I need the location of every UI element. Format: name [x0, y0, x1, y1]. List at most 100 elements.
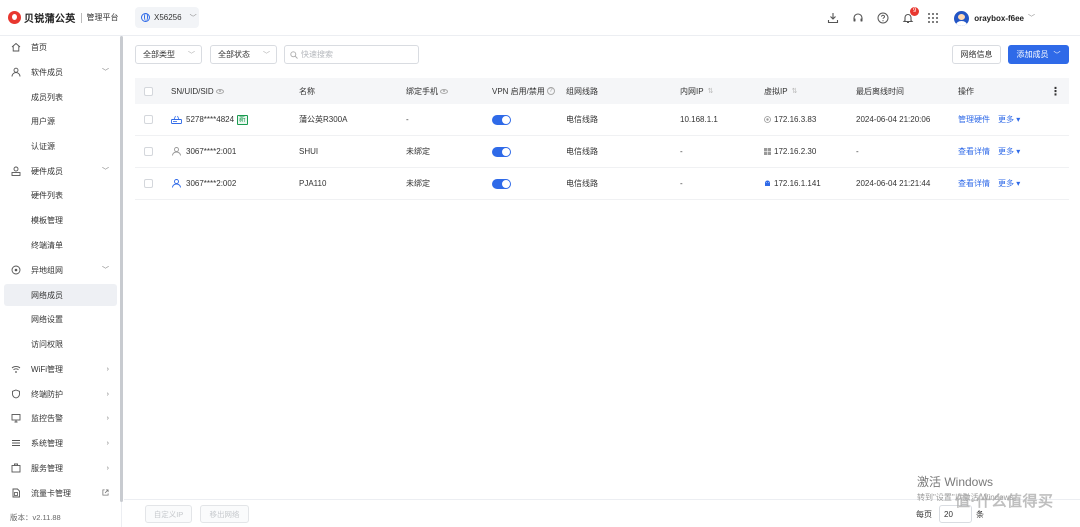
sidebar-item-home[interactable]: 首页 — [4, 36, 117, 58]
user-icon — [171, 179, 182, 188]
column-header-label: 绑定手机 — [406, 86, 438, 96]
router-status-icon — [764, 116, 771, 123]
page-size-value: 20 — [944, 509, 953, 519]
row-id-cell: 5278****4824 新 — [171, 104, 248, 135]
chevron-right-icon: › — [106, 464, 109, 472]
sidebar-item-label: 软件成员 — [31, 67, 63, 77]
row-virtual-ip-cell: 172.16.2.30 — [764, 136, 816, 167]
home-icon — [11, 42, 21, 52]
vpn-toggle-cell — [492, 104, 511, 135]
row-checkbox-cell — [144, 136, 153, 167]
sidebar-item-label: 服务管理 — [31, 463, 63, 473]
more-dropdown[interactable]: 更多 ▾ — [998, 146, 1020, 157]
sidebar-item-member-list[interactable]: 成员列表 — [4, 86, 117, 108]
chevron-down-icon: ﹀ — [102, 168, 109, 175]
user-menu[interactable]: oraybox-f6ee ﹀ — [954, 10, 1035, 26]
view-details-link[interactable]: 查看详情 — [958, 146, 990, 157]
sidebar-item-label: 硬件列表 — [31, 190, 63, 200]
help-icon[interactable]: ? — [546, 87, 555, 95]
bell-icon[interactable]: 9 — [902, 7, 920, 24]
workspace-select[interactable]: X56256 ﹀ — [135, 7, 199, 28]
network-info-button[interactable]: 网络信息 — [952, 45, 1001, 64]
workspace-name: X56256 — [154, 13, 182, 22]
status-filter-value: 全部状态 — [218, 50, 250, 59]
sidebar-item-network-members[interactable]: 网络成员 — [4, 284, 117, 306]
chevron-down-icon: ﹀ — [102, 69, 109, 76]
more-dropdown[interactable]: 更多 ▾ — [998, 178, 1020, 189]
sidebar-item-hardware-list[interactable]: 硬件列表 — [4, 184, 117, 206]
notification-badge: 9 — [910, 7, 920, 16]
sidebar-item-service-management[interactable]: 服务管理 › — [4, 457, 117, 479]
view-details-link[interactable]: 查看详情 — [958, 178, 990, 189]
sidebar-item-data-card-management[interactable]: 流量卡管理 — [4, 482, 117, 504]
site-watermark: 值·什么值得买 — [955, 493, 1054, 510]
custom-ip-button[interactable]: 自定义IP — [145, 505, 192, 523]
row-virtual-ip: 172.16.2.30 — [774, 147, 817, 156]
sort-icon: ⇅ — [791, 88, 798, 95]
sidebar-item-label: 用户源 — [31, 116, 55, 126]
column-header-virtual-ip[interactable]: 虚拟IP ⇅ — [764, 78, 797, 104]
row-virtual-ip: 172.16.1.141 — [774, 179, 821, 188]
column-settings[interactable]: ⋮ — [1050, 78, 1061, 104]
row-last-offline: 2024-06-04 21:20:06 — [856, 115, 931, 124]
sidebar-item-software-members[interactable]: 软件成员 ﹀ — [4, 61, 117, 83]
help-icon[interactable] — [877, 12, 889, 24]
search-box[interactable] — [284, 45, 419, 64]
table-row[interactable]: 5278****4824 新 蒲公英R300A - 电信线路 10.168.1.… — [135, 104, 1069, 136]
sidebar-item-network-settings[interactable]: 网络设置 — [4, 308, 117, 330]
sidebar-item-monitoring-alerts[interactable]: 监控告警 › — [4, 407, 117, 429]
row-virtual-ip: 172.16.3.83 — [774, 115, 817, 124]
eye-icon[interactable] — [215, 88, 224, 94]
vpn-toggle[interactable] — [492, 178, 511, 189]
manage-hardware-link[interactable]: 管理硬件 — [958, 114, 990, 125]
select-all-checkbox[interactable] — [144, 86, 153, 96]
type-filter-select[interactable]: 全部类型 ﹀ — [135, 45, 202, 64]
search-input[interactable] — [301, 50, 411, 59]
sidebar-item-hardware-members[interactable]: 硬件成员 ﹀ — [4, 160, 117, 182]
column-header-id[interactable]: SN/UID/SID — [171, 78, 224, 104]
remove-network-button[interactable]: 移出网络 — [200, 505, 249, 523]
vpn-toggle[interactable] — [492, 146, 511, 157]
sidebar-item-label: 流量卡管理 — [31, 488, 71, 498]
sidebar-scrollbar[interactable] — [120, 36, 123, 502]
add-member-button[interactable]: 添加成员 ﹀ — [1008, 45, 1069, 64]
column-header-label: VPN 启用/禁用 — [492, 86, 545, 96]
column-header-lan-ip[interactable]: 内网IP ⇅ — [680, 78, 713, 104]
brand-subtitle: 管理平台 — [86, 13, 119, 22]
vpn-toggle-cell — [492, 136, 511, 167]
search-icon — [290, 50, 298, 59]
app-grid-icon[interactable] — [927, 12, 939, 24]
sidebar-item-label: 硬件成员 — [31, 166, 63, 176]
more-dropdown[interactable]: 更多 ▾ — [998, 114, 1020, 125]
support-headset-icon[interactable] — [852, 12, 864, 24]
sidebar-item-auth-source[interactable]: 认证源 — [4, 135, 117, 157]
add-member-label: 添加成员 — [1016, 50, 1049, 59]
sidebar-item-template-management[interactable]: 模板管理 — [4, 209, 117, 231]
sidebar-item-user-source[interactable]: 用户源 — [4, 110, 117, 132]
sidebar-item-terminal-protection[interactable]: 终端防护 › — [4, 383, 117, 405]
eye-icon[interactable] — [440, 88, 448, 94]
sidebar-item-terminal-list[interactable]: 终端清单 — [4, 234, 117, 256]
download-icon[interactable] — [827, 12, 839, 24]
column-header-actions: 操作 — [958, 78, 974, 104]
caret-down-icon: ▾ — [1016, 147, 1021, 156]
column-header-label: 名称 — [299, 86, 315, 96]
row-id: 3067****2:002 — [186, 179, 237, 188]
sidebar-item-system-management[interactable]: 系统管理 › — [4, 432, 117, 454]
vpn-toggle[interactable] — [492, 114, 511, 125]
sidebar-item-label: 首页 — [31, 42, 47, 52]
windows-icon — [764, 148, 771, 155]
more-vertical-icon[interactable]: ⋮ — [1050, 85, 1061, 98]
row-checkbox[interactable] — [144, 147, 153, 156]
table-row[interactable]: 3067****2:001 SHUI 未绑定 电信线路 - 172.16.2.3… — [135, 136, 1069, 168]
type-filter-value: 全部类型 — [143, 50, 175, 59]
row-checkbox[interactable] — [144, 115, 153, 124]
table-row[interactable]: 3067****2:002 PJA110 未绑定 电信线路 - 172.16.1… — [135, 168, 1069, 200]
sidebar-item-access-permissions[interactable]: 访问权限 — [4, 333, 117, 355]
brand[interactable]: 贝锐蒲公英 管理平台 — [8, 10, 119, 25]
status-filter-select[interactable]: 全部状态 ﹀ — [210, 45, 277, 64]
sidebar-item-wifi-management[interactable]: WiFi管理 › — [4, 358, 117, 380]
row-checkbox[interactable] — [144, 179, 153, 188]
chevron-right-icon: › — [106, 439, 109, 447]
sidebar-item-remote-networking[interactable]: 异地组网 ﹀ — [4, 259, 117, 281]
